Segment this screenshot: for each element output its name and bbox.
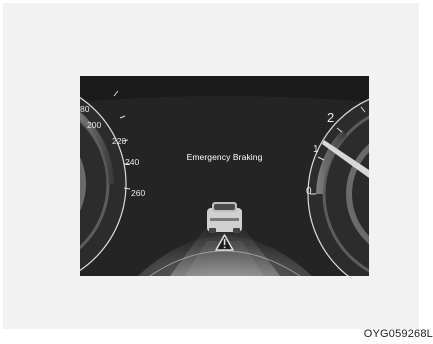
emergency-braking-message: Emergency Braking: [186, 152, 263, 162]
rpm-label-2: 2: [327, 110, 334, 125]
speed-label-80: 80: [80, 104, 90, 114]
car-rear-icon: [207, 202, 242, 233]
rpm-label-0: 0: [306, 186, 312, 197]
tachometer: 0 1 2: [306, 98, 369, 276]
speedometer: 80 200 220 240 260: [80, 90, 145, 272]
instrument-cluster: 80 200 220 240 260 0 1 2 Emergency Braki…: [80, 76, 369, 276]
figure-code: OYG059268L: [363, 328, 433, 340]
cluster-graphics: 80 200 220 240 260 0 1 2: [80, 76, 369, 276]
speed-label-220: 220: [112, 136, 126, 146]
speed-label-200: 200: [87, 120, 101, 130]
speed-label-260: 260: [131, 188, 145, 198]
road-scene: [138, 226, 312, 276]
